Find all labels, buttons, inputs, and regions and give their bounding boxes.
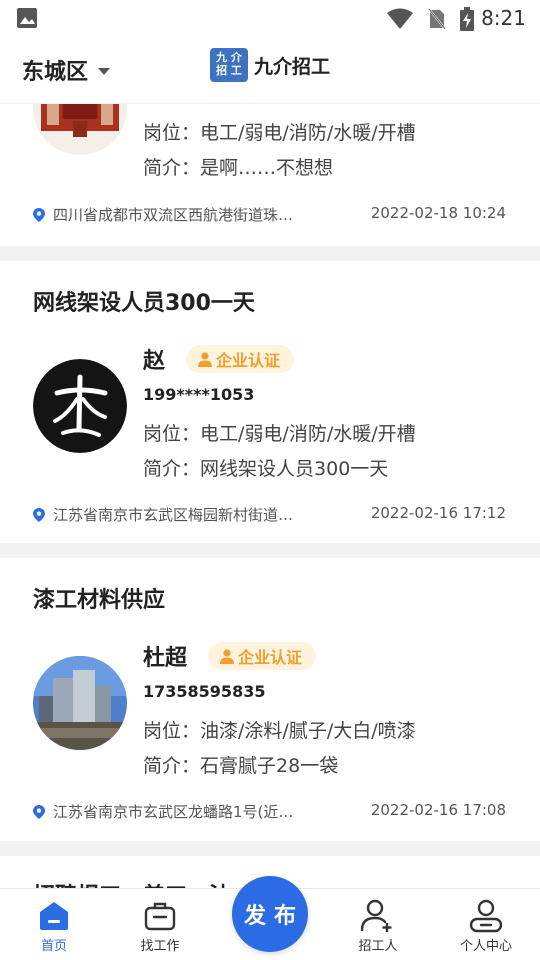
tab-profile-label: 个人中心 bbox=[459, 939, 512, 954]
post-date: 2022-02-16 17:08 bbox=[370, 801, 506, 819]
verified-badge: 企业认证 bbox=[186, 345, 295, 373]
status-icons bbox=[386, 7, 474, 31]
briefcase-icon bbox=[144, 902, 176, 931]
add-user-icon bbox=[360, 899, 392, 932]
person-icon bbox=[220, 648, 234, 664]
district-selector[interactable]: 东城区 bbox=[22, 54, 111, 86]
avatar bbox=[33, 104, 127, 155]
job-card[interactable]: 岗位：电工/弱电/消防/水暖/开槽 简介：是啊……不想想 四川省成都市双流区西航… bbox=[0, 104, 540, 246]
top-bar: 东城区 九 介招 工 九介招工 bbox=[0, 36, 540, 104]
location-pin-icon bbox=[33, 207, 45, 222]
post-date: 2022-02-16 17:12 bbox=[370, 504, 506, 522]
person-icon bbox=[198, 351, 212, 367]
post-date: 2022-02-18 10:24 bbox=[370, 204, 506, 222]
brand: 九 介招 工 九介招工 bbox=[210, 48, 330, 82]
status-bar: 8:21 bbox=[0, 0, 540, 36]
brand-logo: 九 介招 工 bbox=[210, 48, 248, 82]
poster-name: 杜超 bbox=[143, 646, 188, 671]
home-icon bbox=[40, 902, 68, 930]
job-card[interactable]: 网线架设人员300一天 赵 企业认证 199****1053 岗位：电工/弱电/… bbox=[0, 261, 540, 543]
job-title: 招聘焊工、普工、油 bbox=[33, 878, 231, 888]
job-card[interactable]: 漆工材料供应 杜超 企业认证 17358595835 岗位：油漆/涂料/腻子/大… bbox=[0, 558, 540, 841]
tab-home[interactable]: 首页 bbox=[14, 897, 94, 954]
intro-line: 简介：网线架设人员300一天 bbox=[143, 458, 389, 480]
verified-badge: 企业认证 bbox=[208, 642, 317, 670]
publish-button[interactable]: 发布 bbox=[232, 876, 308, 952]
image-icon bbox=[17, 8, 37, 28]
tab-hire[interactable]: 招工人 bbox=[338, 897, 418, 954]
job-title: 网线架设人员300一天 bbox=[33, 291, 255, 316]
district-label: 东城区 bbox=[22, 60, 89, 85]
phone-number[interactable]: 199****1053 bbox=[143, 385, 254, 404]
battery-charging-icon bbox=[460, 7, 474, 31]
job-line: 岗位：电工/弱电/消防/水暖/开槽 bbox=[143, 122, 416, 144]
brand-name: 九介招工 bbox=[254, 55, 331, 78]
tab-hire-label: 招工人 bbox=[358, 939, 398, 954]
job-line: 岗位：油漆/涂料/腻子/大白/喷漆 bbox=[143, 720, 416, 742]
clock: 8:21 bbox=[481, 6, 526, 30]
avatar bbox=[33, 656, 127, 750]
poster-name: 赵 bbox=[143, 349, 166, 374]
phone-number[interactable]: 17358595835 bbox=[143, 682, 265, 701]
job-feed[interactable]: 岗位：电工/弱电/消防/水暖/开槽 简介：是啊……不想想 四川省成都市双流区西航… bbox=[0, 104, 540, 888]
wifi-icon bbox=[387, 8, 413, 29]
caret-down-icon bbox=[98, 67, 111, 75]
location: 四川省成都市双流区西航港街道珠… bbox=[33, 204, 333, 225]
intro-line: 简介：是啊……不想想 bbox=[143, 157, 334, 179]
location-pin-icon bbox=[33, 804, 45, 819]
tab-profile[interactable]: 个人中心 bbox=[446, 897, 526, 954]
tab-home-label: 首页 bbox=[40, 939, 67, 954]
location: 江苏省南京市玄武区龙蟠路1号(近… bbox=[33, 801, 333, 822]
intro-line: 简介：石膏腻子28一袋 bbox=[143, 755, 339, 777]
tab-find-job[interactable]: 找工作 bbox=[120, 897, 200, 954]
location: 江苏省南京市玄武区梅园新村街道… bbox=[33, 504, 333, 525]
job-line: 岗位：电工/弱电/消防/水暖/开槽 bbox=[143, 423, 416, 445]
avatar bbox=[33, 359, 127, 453]
job-title: 漆工材料供应 bbox=[33, 588, 166, 613]
location-pin-icon bbox=[33, 507, 45, 522]
tab-find-job-label: 找工作 bbox=[140, 939, 180, 954]
profile-icon bbox=[469, 899, 503, 933]
no-sim-icon bbox=[428, 8, 446, 30]
